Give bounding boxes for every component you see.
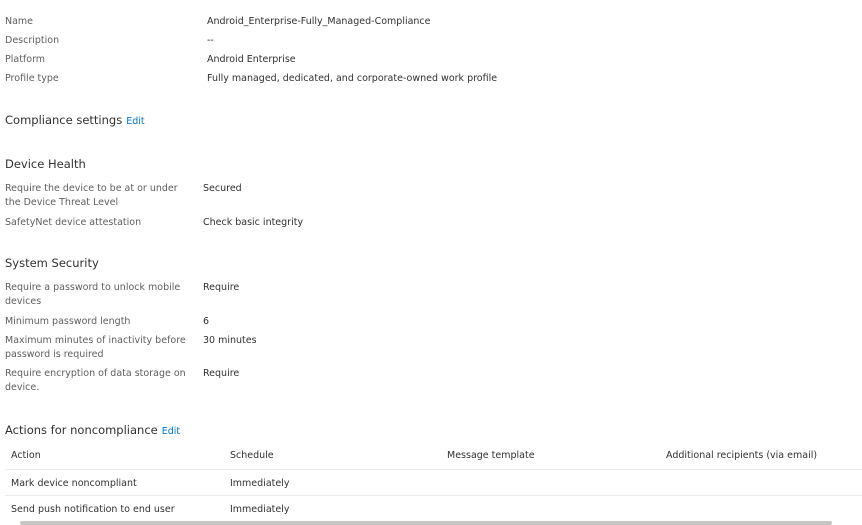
column-header-action[interactable]: Action [11, 449, 41, 463]
profile-type-value: Fully managed, dedicated, and corporate-… [207, 73, 498, 84]
horizontal-scrollbar[interactable] [20, 521, 832, 525]
actions-title: Actions for noncompliance [5, 423, 158, 437]
compliance-settings-edit-link[interactable]: Edit [126, 116, 144, 127]
encryption-label: Require encryption of data storage on de… [5, 368, 186, 393]
table-cell-action: Mark device noncompliant [11, 478, 137, 489]
platform-label: Platform [5, 54, 46, 65]
table-cell-schedule: Immediately [230, 504, 290, 515]
compliance-settings-header: Compliance settings Edit [5, 109, 145, 128]
compliance-settings-title: Compliance settings [5, 113, 123, 127]
encryption-value: Require [203, 368, 240, 379]
min-password-length-value: 6 [203, 316, 210, 327]
device-threat-level-label: Require the device to be at or under the… [5, 183, 178, 208]
inactivity-minutes-value: 30 minutes [203, 335, 257, 346]
profile-type-label: Profile type [5, 73, 59, 84]
description-value: -- [207, 35, 214, 46]
name-label: Name [5, 16, 34, 27]
min-password-length-label: Minimum password length [5, 316, 131, 327]
column-header-additional-recipients[interactable]: Additional recipients (via email) [666, 449, 817, 463]
password-unlock-value: Require [203, 282, 240, 293]
name-value: Android_Enterprise-Fully_Managed-Complia… [207, 16, 431, 27]
inactivity-minutes-label: Maximum minutes of inactivity before pas… [5, 335, 186, 360]
device-threat-level-value: Secured [203, 183, 242, 194]
safetynet-value: Check basic integrity [203, 217, 304, 228]
system-security-title: System Security [5, 256, 99, 270]
platform-value: Android Enterprise [207, 54, 296, 65]
device-health-title: Device Health [5, 157, 86, 171]
actions-header: Actions for noncompliance Edit [5, 419, 180, 438]
table-cell-action: Send push notification to end user [11, 504, 175, 515]
column-header-schedule[interactable]: Schedule [230, 449, 274, 463]
table-divider [5, 469, 862, 470]
column-header-message-template[interactable]: Message template [447, 449, 535, 463]
actions-edit-link[interactable]: Edit [162, 426, 180, 437]
table-cell-schedule: Immediately [230, 478, 290, 489]
safetynet-label: SafetyNet device attestation [5, 217, 142, 228]
description-label: Description [5, 35, 60, 46]
password-unlock-label: Require a password to unlock mobile devi… [5, 282, 181, 307]
table-divider [5, 495, 862, 496]
